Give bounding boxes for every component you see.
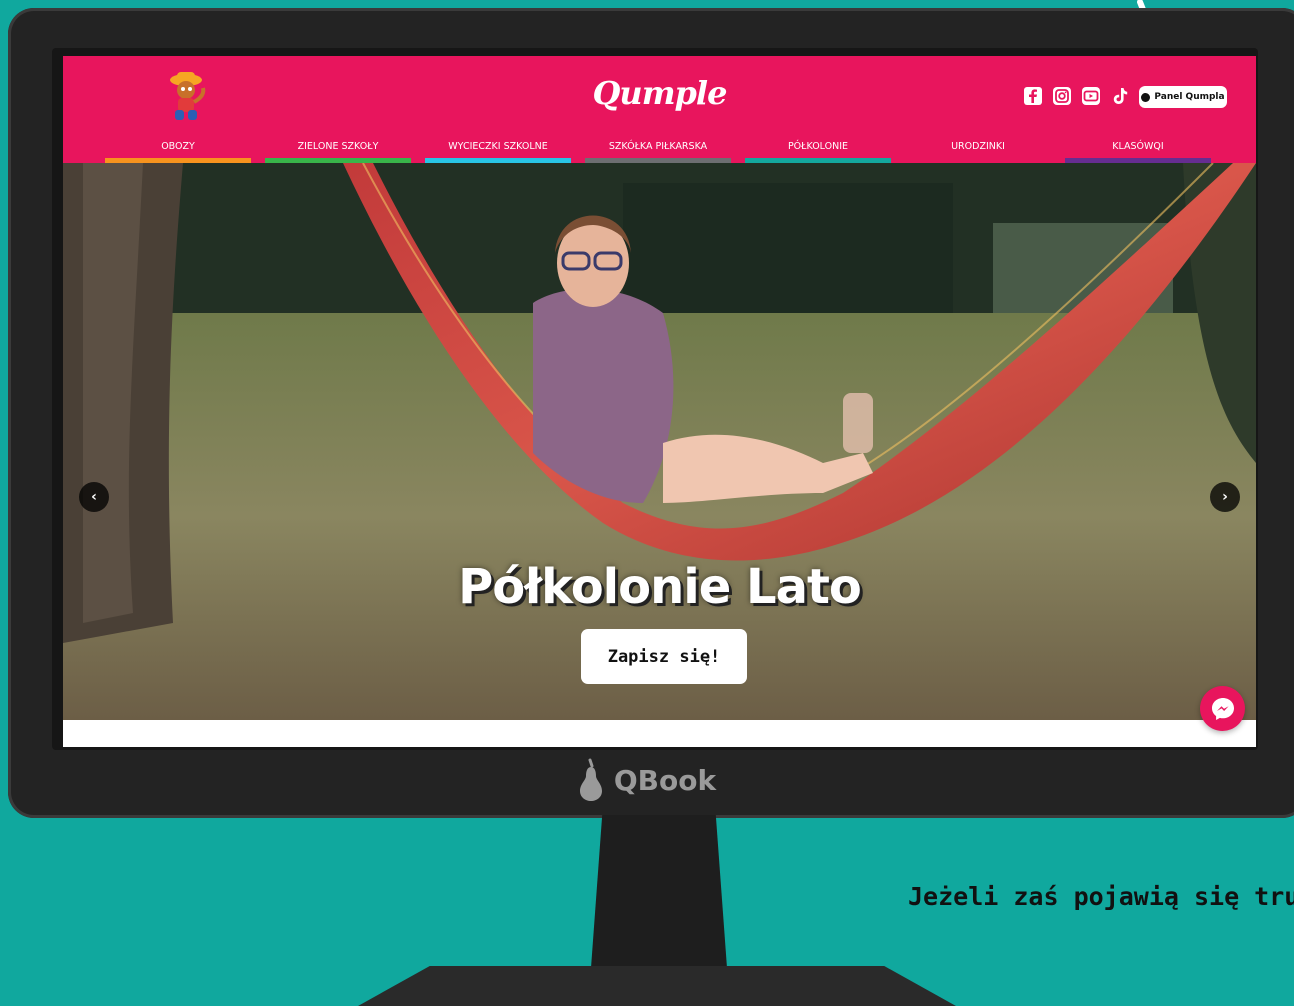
nav-label: URODZINKI [951,141,1005,152]
signup-button[interactable]: Zapisz się! [581,629,747,684]
caption-text: Jeżeli zaś pojawią się trud [908,882,1294,911]
hero-title: Półkolonie Lato [458,559,862,615]
site-header: Qumple Panel Qumpla OBOZY ZIELONE SZKOŁY… [63,56,1256,163]
hero-slider: Półkolonie Lato Zapisz się! ‹ › [63,163,1256,720]
main-navigation: OBOZY ZIELONE SZKOŁY WYCIECZKI SZKOLNE S… [105,136,1215,163]
messenger-icon [1211,697,1234,720]
carousel-prev-arrow-icon[interactable]: ‹ [79,482,109,512]
nav-item-klasowqi[interactable]: KLASÓWQI [1065,136,1211,163]
nav-label: PÓŁKOLONIE [787,141,849,152]
carousel-next-arrow-icon[interactable]: › [1210,482,1240,512]
messenger-chat-button[interactable] [1200,686,1245,731]
nav-label: SZKÓŁKA PIŁKARSKA [608,141,708,152]
nav-item-polkolonie[interactable]: PÓŁKOLONIE [745,136,891,163]
monitor-stand-neck [590,815,728,970]
nav-item-wycieczki-szkolne[interactable]: WYCIECZKI SZKOLNE [425,136,571,163]
facebook-icon[interactable] [1023,86,1043,106]
youtube-icon[interactable] [1081,86,1101,106]
social-links [1023,86,1130,106]
nav-label: KLASÓWQI [1112,141,1164,152]
nav-label: ZIELONE SZKOŁY [297,141,379,152]
nav-item-obozy[interactable]: OBOZY [105,136,251,163]
monitor-stand-base [358,966,956,1006]
nav-label: WYCIECZKI SZKOLNE [448,141,548,152]
panel-login-button[interactable]: Panel Qumpla [1139,86,1227,108]
nav-item-urodzinki[interactable]: URODZINKI [905,136,1051,163]
monitor-brand-label: QBook [613,763,717,797]
nav-label: OBOZY [161,141,195,152]
website-screen: Qumple Panel Qumpla OBOZY ZIELONE SZKOŁY… [63,56,1256,747]
panel-button-label: Panel Qumpla [1154,92,1225,102]
tiktok-icon[interactable] [1110,86,1130,106]
nav-item-zielone-szkoly[interactable]: ZIELONE SZKOŁY [265,136,411,163]
instagram-icon[interactable] [1052,86,1072,106]
monitor-brand: QBook [0,755,1294,805]
record-dot-icon [1141,92,1151,102]
nav-item-szkolka-pilkarska[interactable]: SZKÓŁKA PIŁKARSKA [585,136,731,163]
pear-logo-icon [579,758,602,801]
